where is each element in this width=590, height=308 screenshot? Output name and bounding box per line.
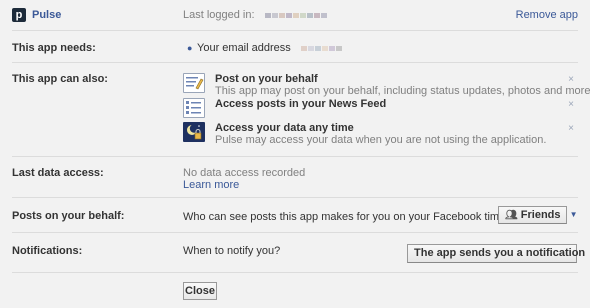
email-permission-label: Your email address <box>197 42 291 54</box>
permission-title: Access your data any time <box>215 122 354 134</box>
notification-selector-button[interactable]: The app sends you a notification ▼ <box>407 244 585 263</box>
friends-icon: 👥︎ <box>505 210 518 221</box>
audience-label: Friends <box>520 209 561 221</box>
audience-selector-button[interactable]: 👥︎ Friends ▼ <box>498 206 577 224</box>
learn-more-link[interactable]: Learn more <box>183 179 239 191</box>
last-logged-in-label: Last logged in: <box>183 9 255 21</box>
data-access-value: No data access recorded <box>183 167 306 179</box>
bullet-icon: ● <box>187 43 193 53</box>
remove-permission-post-icon[interactable]: × <box>568 74 574 85</box>
permission-desc: This app may post on your behalf, includ… <box>215 85 590 97</box>
needs-label: This app needs: <box>12 42 96 54</box>
post-icon <box>183 73 205 93</box>
posts-label: Posts on your behalf: <box>12 210 125 222</box>
divider <box>12 197 578 198</box>
also-label: This app can also: <box>12 73 108 85</box>
notifications-label: Notifications: <box>12 245 83 257</box>
posts-question: Who can see posts this app makes for you… <box>183 211 529 223</box>
close-button[interactable]: Close <box>183 282 217 300</box>
redacted-date <box>264 9 327 21</box>
news-feed-icon <box>183 98 205 118</box>
permission-title: Post on your behalf <box>215 73 318 85</box>
divider <box>12 62 578 63</box>
divider <box>12 232 578 233</box>
pulse-app-icon: p <box>12 8 26 22</box>
redacted-email <box>300 42 342 54</box>
app-name[interactable]: Pulse <box>32 9 61 21</box>
notification-selected-label: The app sends you a notification <box>414 247 586 259</box>
moon-lock-icon <box>183 122 205 142</box>
permission-title: Access posts in your News Feed <box>215 98 387 110</box>
permission-desc: Pulse may access your data when you are … <box>215 134 547 146</box>
last-logged-in: Last logged in: <box>183 9 327 21</box>
data-access-label: Last data access: <box>12 167 104 179</box>
remove-app-link[interactable]: Remove app <box>516 9 578 21</box>
remove-permission-news-feed-icon[interactable]: × <box>568 99 574 110</box>
notifications-question: When to notify you? <box>183 245 281 257</box>
remove-permission-any-time-icon[interactable]: × <box>568 123 574 134</box>
email-permission: Your email address <box>197 42 342 54</box>
divider <box>12 30 578 31</box>
chevron-down-icon: ▼ <box>569 210 578 219</box>
divider <box>12 272 578 273</box>
divider <box>12 156 578 157</box>
